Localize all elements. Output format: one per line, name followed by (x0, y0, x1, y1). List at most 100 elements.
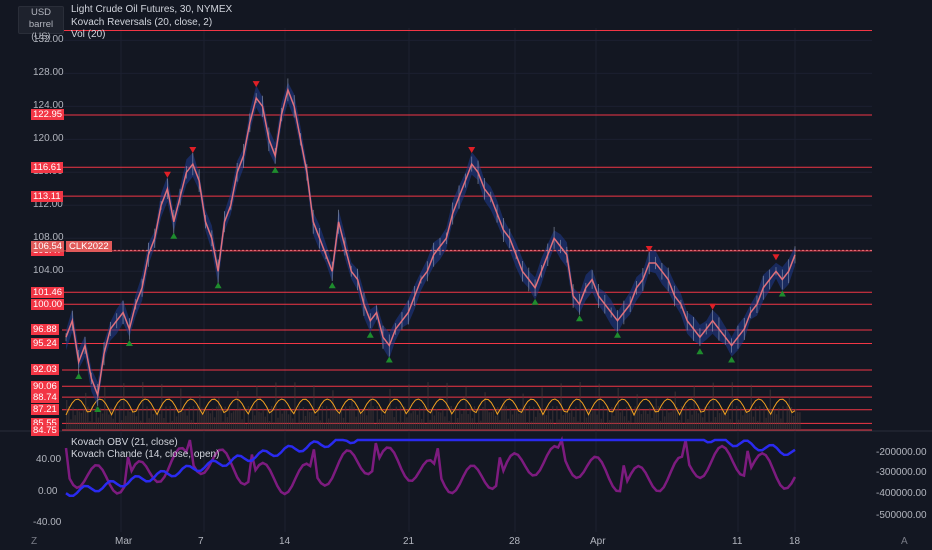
volume-bar (429, 419, 431, 430)
volume-bar (689, 407, 691, 430)
volume-bar (547, 407, 550, 430)
volume-bar (296, 423, 298, 430)
volume-bar (484, 392, 486, 430)
lower-right-tick: -300000.00 (876, 467, 927, 478)
volume-bar (661, 406, 664, 430)
volume-bar (353, 406, 355, 430)
volume-bar (763, 406, 765, 430)
volume-bar (782, 406, 784, 430)
volume-bar (532, 406, 535, 430)
volume-bar (642, 410, 645, 430)
volume-bar (497, 407, 499, 430)
volume-bar (499, 420, 501, 430)
volume-bar (461, 413, 463, 430)
volume-bar (799, 412, 801, 430)
volume-bar (222, 421, 224, 430)
volume-bar (716, 408, 719, 430)
volume-bar (710, 421, 712, 430)
volume-bar (420, 418, 423, 430)
volume-bar (556, 406, 558, 430)
volume-bar (459, 407, 461, 430)
volume-bar (797, 412, 799, 430)
volume-bar (511, 414, 514, 430)
volume-bar (401, 421, 404, 430)
auto-scale-button[interactable]: A (901, 536, 908, 548)
level-price-label: 90.06 (31, 380, 59, 392)
volume-bar (670, 411, 672, 430)
volume-bar (220, 406, 222, 430)
volume-bar (475, 422, 478, 430)
volume-bar (685, 406, 687, 430)
volume-bar (374, 423, 376, 430)
volume-bar (74, 415, 76, 430)
volume-bar (224, 406, 226, 430)
time-tick-label: 18 (789, 536, 801, 547)
current-price-label: 106.54 (31, 241, 65, 252)
volume-bar (239, 407, 241, 430)
volume-bar (408, 384, 410, 430)
volume-bar (347, 422, 349, 430)
volume-bar (376, 406, 379, 430)
reversal-up-marker (328, 282, 336, 289)
volume-bar (277, 417, 279, 430)
unit-selector[interactable]: USD barrel (US) (18, 6, 64, 42)
volume-bar (315, 415, 317, 430)
volume-bar (97, 417, 100, 430)
symbol-title[interactable]: Light Crude Oil Futures, 30, NYMEX (71, 4, 232, 16)
volume-bar (775, 414, 778, 430)
volume-bar (287, 414, 290, 430)
indicator-legend-kovach-chande[interactable]: Kovach Chande (14, close, open) (71, 449, 219, 461)
volume-bar (108, 414, 110, 430)
volume-bar (554, 423, 556, 430)
volume-bar (336, 410, 338, 430)
volume-bar (522, 393, 524, 430)
volume-bar (440, 412, 442, 430)
reversal-down-marker (468, 147, 476, 154)
volume-bar (471, 418, 474, 430)
volume-bar (769, 389, 772, 430)
reversal-up-marker (214, 282, 222, 289)
price-tick-label: 128.00 (33, 67, 64, 79)
volume-bar (433, 415, 436, 430)
volume-bar (761, 422, 763, 430)
volume-bar (304, 415, 307, 430)
volume-bar (784, 423, 786, 430)
volume-bar (139, 420, 142, 430)
volume-bar (452, 422, 455, 430)
reversal-up-marker (778, 290, 786, 297)
volume-bar (201, 407, 203, 430)
volume-bar (359, 412, 362, 430)
volume-bar (125, 415, 127, 430)
volume-bar (666, 408, 668, 430)
volume-bar (228, 408, 231, 430)
indicator-legend-kovach-obv[interactable]: Kovach OBV (21, close) (71, 437, 178, 449)
volume-bar (258, 411, 260, 430)
volume-bar (737, 419, 740, 430)
volume-bar (659, 420, 662, 430)
volume-bar (351, 397, 353, 430)
volume-bar (592, 410, 594, 430)
volume-bar (399, 406, 402, 430)
price-band (66, 82, 795, 406)
volume-bar (173, 406, 176, 430)
price-chart[interactable] (0, 0, 932, 550)
volume-bar (264, 416, 267, 430)
volume-bar (712, 382, 714, 430)
volume-bar (733, 423, 736, 430)
reversal-up-marker (614, 331, 622, 338)
volume-bar (518, 413, 520, 430)
volume-bar (334, 410, 336, 430)
indicator-legend-kovach-reversals[interactable]: Kovach Reversals (20, close, 2) (71, 17, 212, 29)
volume-bar (535, 416, 537, 430)
volume-bar (727, 407, 729, 430)
volume-bar (494, 415, 497, 430)
volume-bar (300, 420, 302, 430)
volume-bar (186, 415, 188, 430)
volume-bar (568, 412, 571, 430)
reversal-down-marker (709, 303, 717, 310)
indicator-legend-vol[interactable]: Vol (20) (71, 29, 105, 41)
volume-bar (397, 421, 400, 430)
volume-bar (309, 412, 311, 430)
time-tick-label: Apr (590, 536, 606, 547)
auto-zoom-button[interactable]: Z (31, 536, 37, 548)
